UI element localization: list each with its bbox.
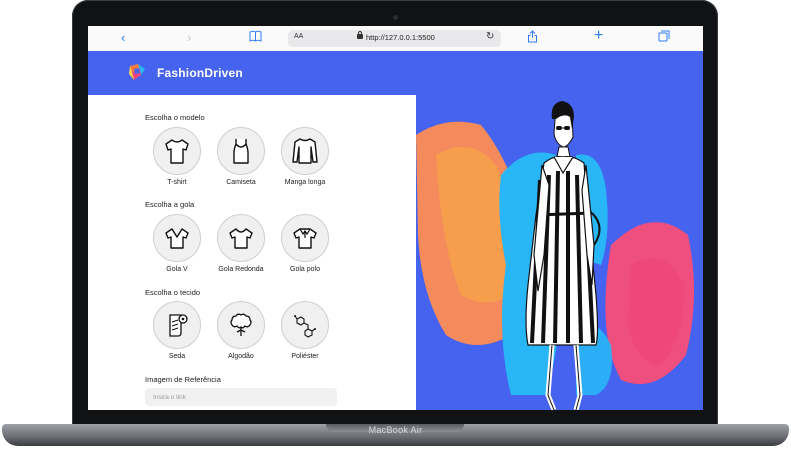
url-text[interactable]: http://127.0.0.1:5500 bbox=[366, 33, 435, 42]
option-gola-v[interactable]: Gola V bbox=[147, 214, 207, 273]
tank-top-icon bbox=[233, 139, 249, 164]
polyester-molecule-icon bbox=[294, 315, 316, 338]
reference-link-input[interactable] bbox=[145, 388, 337, 406]
option-circle[interactable] bbox=[281, 127, 329, 175]
share-icon[interactable] bbox=[527, 30, 538, 47]
site-header: FashionDriven bbox=[88, 51, 703, 95]
option-camiseta[interactable]: Camiseta bbox=[211, 127, 271, 186]
new-tab-icon[interactable]: + bbox=[594, 28, 603, 44]
option-circle[interactable] bbox=[153, 127, 201, 175]
back-icon[interactable]: ‹ bbox=[121, 30, 125, 46]
option-poliester[interactable]: Poliéster bbox=[275, 301, 335, 360]
option-circle[interactable] bbox=[153, 214, 201, 262]
option-label: Seda bbox=[168, 353, 186, 360]
forward-icon[interactable]: › bbox=[187, 30, 191, 46]
camera-icon bbox=[393, 15, 398, 20]
hero-illustration bbox=[416, 95, 703, 410]
address-bar[interactable]: AA http://127.0.0.1:5500 ↻ bbox=[288, 30, 501, 47]
option-circle[interactable] bbox=[217, 214, 265, 262]
tabs-overview-icon[interactable] bbox=[658, 30, 670, 46]
cotton-icon bbox=[230, 313, 252, 336]
polo-collar-icon bbox=[293, 228, 317, 249]
v-neck-icon bbox=[165, 228, 189, 249]
option-tshirt[interactable]: T-shirt bbox=[147, 127, 207, 186]
fashiondriven-logo-icon[interactable] bbox=[128, 63, 146, 81]
fabric-section-label: Escolha o tecido bbox=[145, 288, 201, 297]
option-algodao[interactable]: Algodão bbox=[211, 301, 271, 360]
browser-toolbar: ‹ › AA http://127.0.0.1:5500 ↻ + bbox=[88, 26, 703, 52]
option-label: Poliéster bbox=[291, 353, 319, 360]
option-label: Manga longa bbox=[284, 179, 326, 186]
option-circle[interactable] bbox=[153, 301, 201, 349]
option-circle[interactable] bbox=[281, 214, 329, 262]
reference-label: Imagem de Referência bbox=[145, 375, 221, 384]
option-seda[interactable]: Seda bbox=[147, 301, 207, 360]
option-gola-polo[interactable]: Gola polo bbox=[275, 214, 335, 273]
option-label: Camiseta bbox=[226, 179, 256, 186]
reader-aa-button[interactable]: AA bbox=[294, 33, 303, 40]
screen: ‹ › AA http://127.0.0.1:5500 ↻ + Fashion… bbox=[88, 26, 703, 410]
collar-section-label: Escolha a gola bbox=[145, 200, 195, 209]
option-label: Gola V bbox=[166, 266, 188, 273]
option-label: T-shirt bbox=[167, 179, 187, 186]
lock-icon bbox=[357, 31, 363, 39]
option-gola-redonda[interactable]: Gola Redonda bbox=[211, 214, 271, 273]
option-circle[interactable] bbox=[217, 127, 265, 175]
fashion-model-illustration bbox=[416, 101, 695, 410]
brand-name[interactable]: FashionDriven bbox=[157, 66, 243, 80]
silk-fabric-icon bbox=[169, 314, 188, 337]
long-sleeve-icon bbox=[292, 138, 318, 164]
option-label: Gola Redonda bbox=[218, 266, 264, 273]
model-section-label: Escolha o modelo bbox=[145, 113, 205, 122]
option-manga-longa[interactable]: Manga longa bbox=[275, 127, 335, 186]
reload-icon[interactable]: ↻ bbox=[486, 31, 494, 42]
option-circle[interactable] bbox=[281, 301, 329, 349]
customization-form: Escolha o modelo T-shirt Camiseta Manga … bbox=[88, 95, 416, 410]
option-label: Algodão bbox=[228, 353, 254, 360]
bookmarks-icon[interactable] bbox=[249, 30, 262, 46]
round-neck-icon bbox=[229, 228, 253, 249]
device-model-label: MacBook Air bbox=[368, 425, 423, 435]
tshirt-icon bbox=[165, 139, 189, 164]
option-circle[interactable] bbox=[217, 301, 265, 349]
option-label: Gola polo bbox=[290, 266, 320, 273]
